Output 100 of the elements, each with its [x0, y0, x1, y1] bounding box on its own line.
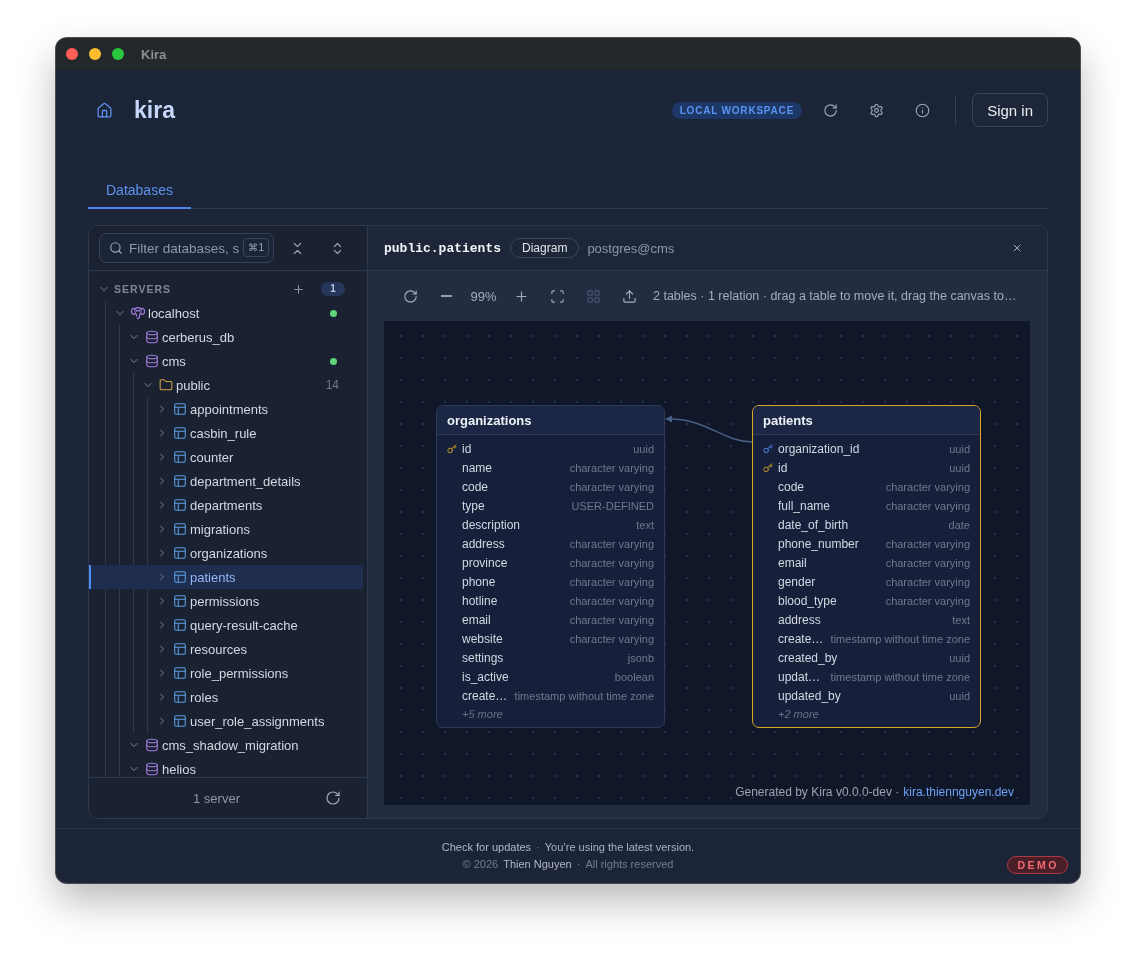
column-type: character varying [884, 499, 970, 512]
tree-item[interactable]: cms [89, 349, 363, 373]
demo-badge: DEMO [1006, 856, 1068, 874]
refresh-icon [325, 790, 341, 806]
column-type: character varying [568, 594, 654, 607]
tree-item[interactable]: department_details [89, 469, 363, 493]
add-server-button[interactable] [291, 282, 305, 296]
column-name: create… [778, 631, 824, 646]
tree-item[interactable]: patients [89, 565, 363, 589]
footer-link[interactable]: Check for updates [441, 839, 532, 856]
maximize-window-button[interactable] [112, 48, 124, 60]
column-type: timestamp without time zone [829, 670, 970, 683]
column-name: created_by [778, 650, 838, 665]
table-header: organizations [437, 406, 664, 435]
home-button[interactable] [94, 100, 114, 120]
tree-item[interactable]: permissions [89, 589, 363, 613]
database-icon [145, 762, 159, 776]
tree-item[interactable]: helios [89, 757, 363, 777]
tree-item[interactable]: public 14 [89, 373, 363, 397]
column-type: USER-DEFINED [570, 499, 654, 512]
column-type: timestamp without time zone [513, 689, 654, 702]
column-type: boolean [613, 670, 654, 683]
tree-item[interactable]: localhost [89, 301, 363, 325]
table-card[interactable] [752, 405, 981, 728]
close-window-button[interactable] [66, 48, 78, 60]
table-card[interactable] [436, 405, 665, 728]
grid-icon [585, 288, 601, 304]
column-type: text [635, 518, 654, 531]
connection-label: postgres@cms [587, 240, 675, 256]
refresh-button[interactable] [324, 789, 342, 807]
credit-text: Generated by Kira v0.0.0-dev · [735, 785, 900, 799]
footer-text: All rights reserved [585, 857, 674, 872]
tree-item[interactable]: cerberus_db [89, 325, 363, 349]
folder-icon [159, 378, 173, 392]
diagram-canvas[interactable] [384, 321, 1030, 805]
column-name: gender [778, 574, 816, 589]
more-columns: +2 more [753, 705, 980, 724]
close-icon [1011, 242, 1023, 254]
key-icon [447, 443, 457, 454]
fullscreen-icon [549, 288, 565, 304]
column-type: jsonb [626, 651, 654, 664]
column-name: id [778, 460, 788, 475]
database-icon [145, 330, 159, 344]
tab[interactable]: Databases [88, 172, 191, 209]
column-name: settings [462, 650, 504, 665]
tree-item[interactable]: resources [89, 637, 363, 661]
count-badge: 1 [321, 282, 345, 296]
upload-icon [621, 288, 637, 304]
column-type: character varying [568, 632, 654, 645]
column-name: address [778, 612, 821, 627]
column-name: is_active [462, 669, 509, 684]
tree-item[interactable]: organizations [89, 541, 363, 565]
column-type: text [951, 613, 970, 626]
column-name: description [462, 517, 521, 532]
column-name: website [462, 631, 503, 646]
tree-item[interactable]: counter [89, 445, 363, 469]
plus-icon [513, 288, 529, 304]
tree-item[interactable]: cms_shadow_migration [89, 733, 363, 757]
column-type: character varying [568, 480, 654, 493]
brand-name: kira [134, 96, 175, 124]
minimize-window-button[interactable] [89, 48, 101, 60]
column-type: character varying [568, 575, 654, 588]
column-name: type [462, 498, 485, 513]
column-name: phone_number [778, 536, 859, 551]
column-name: province [462, 555, 508, 570]
column-name: name [462, 460, 493, 475]
tree-item[interactable]: departments [89, 493, 363, 517]
tree-item[interactable]: user_role_assignments [89, 709, 363, 733]
table-icon [173, 618, 187, 632]
tree-item[interactable]: appointments [89, 397, 363, 421]
server-count: 1 server [192, 790, 241, 806]
workspace-badge: LOCAL WORKSPACE [671, 101, 803, 119]
shortcut-badge: ⌘1 [243, 238, 269, 257]
tree-item[interactable]: role_permissions [89, 661, 363, 685]
column-name: updated_by [778, 688, 841, 703]
tree-item[interactable]: casbin_rule [89, 421, 363, 445]
table-icon [173, 714, 187, 728]
sign-in-button[interactable]: Sign in [972, 93, 1048, 127]
settings-icon [868, 102, 884, 118]
column-name: email [778, 555, 807, 570]
table-icon [173, 570, 187, 584]
column-name: hotline [462, 593, 498, 608]
column-type: character varying [884, 556, 970, 569]
window-title: Kira [141, 46, 167, 62]
tree-item[interactable]: query-result-cache [89, 613, 363, 637]
tree-item[interactable]: roles [89, 685, 363, 709]
column-type: character varying [884, 575, 970, 588]
database-icon [145, 738, 159, 752]
column-type: character varying [884, 480, 970, 493]
zoom-level: 99% [470, 288, 497, 304]
footer-link[interactable]: Thien Nguyen [503, 856, 572, 873]
column-type: uuid [632, 442, 654, 455]
minus-icon [440, 295, 452, 297]
search-icon [109, 241, 123, 255]
credit-link[interactable]: kira.thiennguyen.dev [903, 785, 1014, 799]
refresh-icon [402, 288, 418, 304]
column-type: character varying [568, 461, 654, 474]
tree-item[interactable]: migrations [89, 517, 363, 541]
column-type: character varying [884, 594, 970, 607]
separator-dot: · [536, 840, 540, 855]
